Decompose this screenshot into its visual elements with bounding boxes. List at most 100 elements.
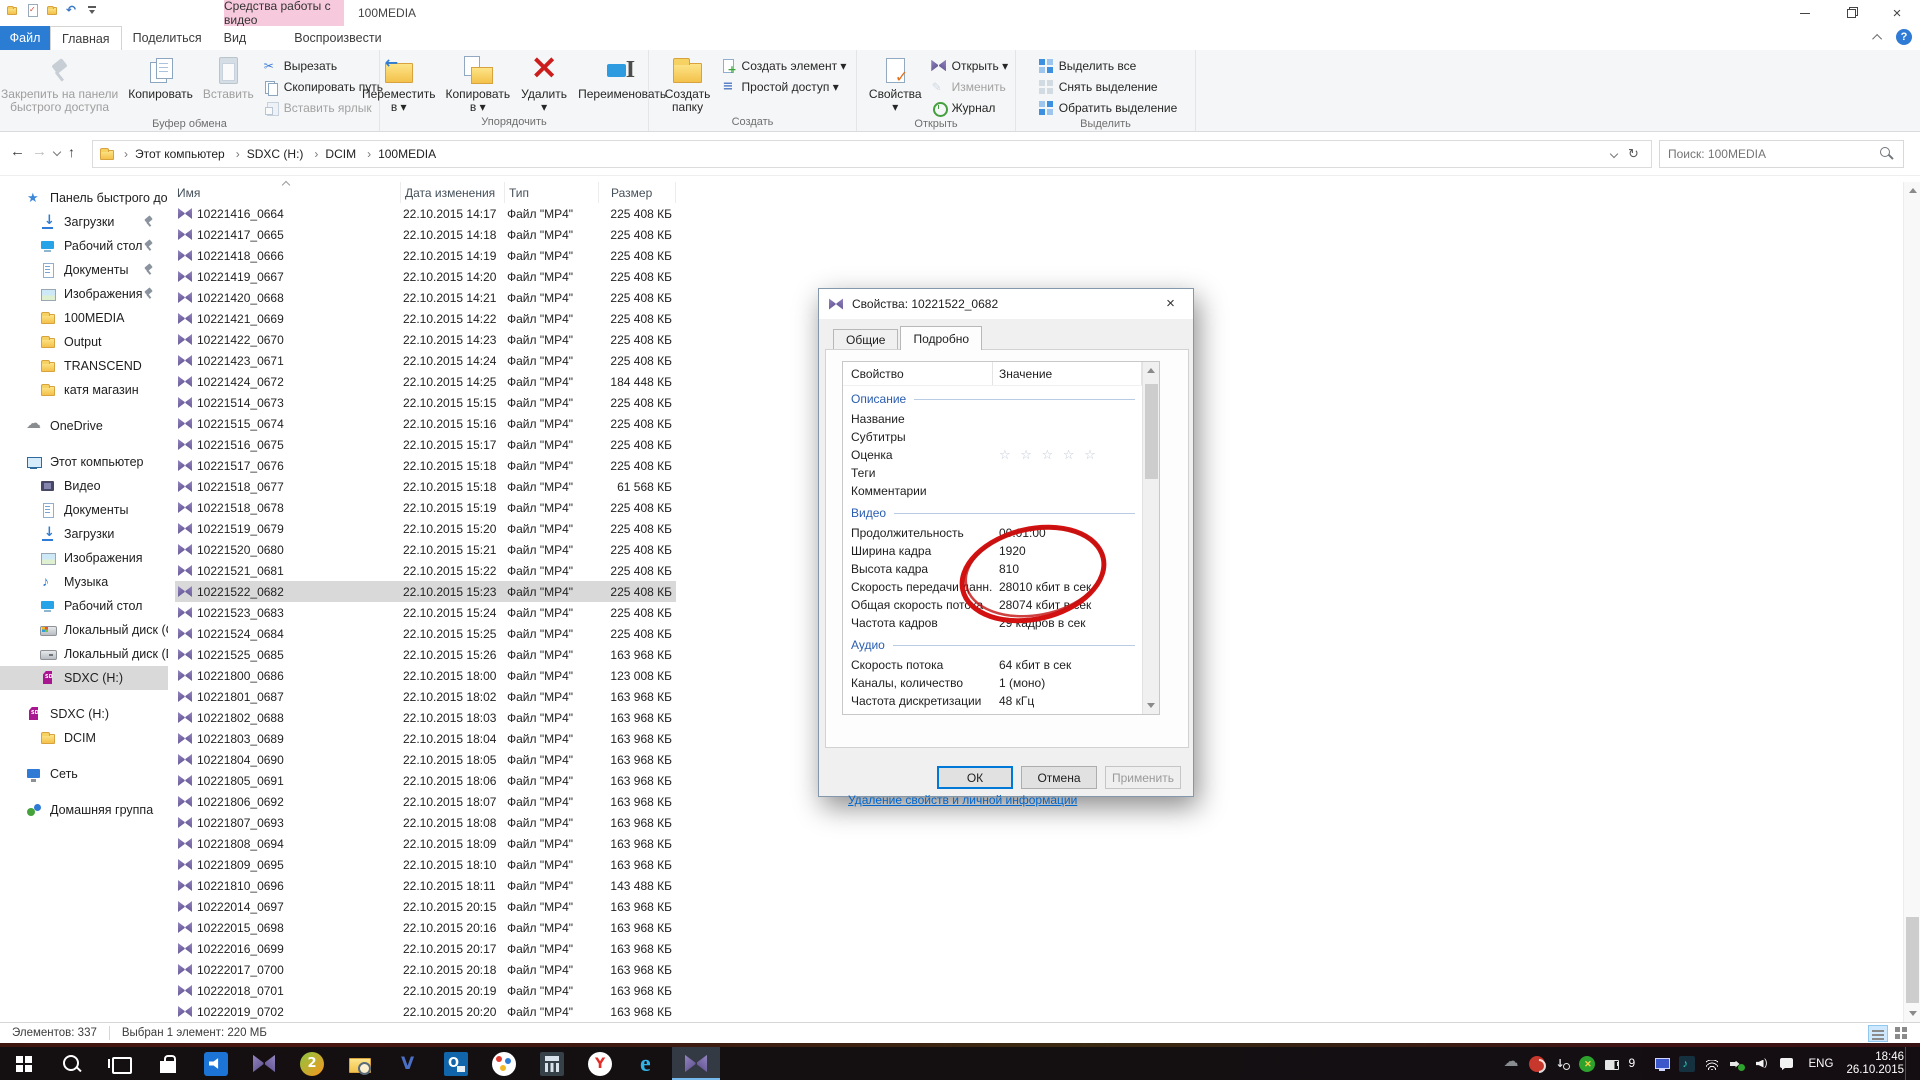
sidebar-item[interactable]: Загрузки bbox=[0, 210, 168, 234]
sidebar-item[interactable]: Загрузки bbox=[0, 522, 168, 546]
sidebar-item[interactable]: TRANSCEND bbox=[0, 354, 168, 378]
ribbon-button[interactable]: Свойства▾ bbox=[864, 52, 927, 118]
tray-notifications[interactable] bbox=[1778, 1056, 1796, 1072]
ribbon-button[interactable]: Обратить выделение bbox=[1038, 97, 1178, 118]
sidebar-item[interactable]: Локальный диск (D:) bbox=[0, 642, 168, 666]
tray-safely-remove[interactable] bbox=[1728, 1056, 1746, 1072]
ribbon-button[interactable]: Выделить все bbox=[1038, 55, 1178, 76]
file-row[interactable]: 10221417_0665 22.10.2015 14:18 Файл "MP4… bbox=[175, 224, 676, 245]
forward-button[interactable] bbox=[32, 144, 48, 160]
column-header-type[interactable]: Тип bbox=[505, 182, 599, 203]
breadcrumb-item[interactable]: DCIM bbox=[305, 147, 358, 161]
taskbar-store[interactable] bbox=[144, 1047, 192, 1080]
taskbar-internet-explorer[interactable] bbox=[624, 1047, 672, 1080]
taskbar-video-player-active[interactable] bbox=[672, 1047, 720, 1080]
dialog-close-button[interactable]: × bbox=[1148, 289, 1193, 318]
taskbar-calculator[interactable] bbox=[528, 1047, 576, 1080]
cancel-button[interactable]: Отмена bbox=[1021, 766, 1097, 789]
tray-onedrive[interactable] bbox=[1503, 1056, 1521, 1072]
file-row[interactable]: 10221523_0683 22.10.2015 15:24 Файл "MP4… bbox=[175, 602, 676, 623]
file-row[interactable]: 10222014_0697 22.10.2015 20:15 Файл "MP4… bbox=[175, 896, 676, 917]
tray-counter[interactable]: 9 bbox=[1628, 1056, 1646, 1072]
clock[interactable]: 18:46 26.10.2015 bbox=[1846, 1051, 1910, 1077]
ribbon-button[interactable]: Создать элемент ▾ bbox=[721, 55, 847, 76]
file-row[interactable]: 10221423_0671 22.10.2015 14:24 Файл "MP4… bbox=[175, 350, 676, 371]
file-row[interactable]: 10221520_0680 22.10.2015 15:21 Файл "MP4… bbox=[175, 539, 676, 560]
address-dropdown-icon[interactable] bbox=[1610, 150, 1618, 158]
ribbon-button[interactable]: Вставить bbox=[198, 52, 259, 118]
dialog-scroll-up-icon[interactable] bbox=[1143, 362, 1159, 379]
remove-properties-link[interactable]: Удаление свойств и личной информации bbox=[848, 793, 1077, 807]
file-row[interactable]: 10221418_0666 22.10.2015 14:19 Файл "MP4… bbox=[175, 245, 676, 266]
file-row[interactable]: 10221807_0693 22.10.2015 18:08 Файл "MP4… bbox=[175, 812, 676, 833]
scroll-up-icon[interactable] bbox=[1904, 182, 1920, 199]
file-row[interactable]: 10221801_0687 22.10.2015 18:02 Файл "MP4… bbox=[175, 686, 676, 707]
breadcrumb-item[interactable]: 100MEDIA bbox=[358, 147, 438, 161]
show-desktop-button[interactable] bbox=[1905, 1047, 1910, 1080]
dialog-scrollbar-thumb[interactable] bbox=[1145, 384, 1158, 479]
file-row[interactable]: 10221419_0667 22.10.2015 14:20 Файл "MP4… bbox=[175, 266, 676, 287]
minimize-button[interactable] bbox=[1782, 0, 1828, 26]
ribbon-tab[interactable]: Воспроизвести bbox=[283, 26, 392, 50]
property-column-header[interactable]: Свойство bbox=[843, 362, 993, 385]
file-row[interactable]: 10221803_0689 22.10.2015 18:04 Файл "MP4… bbox=[175, 728, 676, 749]
qat-icon[interactable] bbox=[46, 4, 58, 16]
taskbar-paint[interactable] bbox=[480, 1047, 528, 1080]
qat-icon[interactable] bbox=[86, 4, 98, 16]
file-row[interactable]: 10222015_0698 22.10.2015 20:16 Файл "MP4… bbox=[175, 917, 676, 938]
file-row[interactable]: 10221524_0684 22.10.2015 15:25 Файл "MP4… bbox=[175, 623, 676, 644]
close-button[interactable]: × bbox=[1874, 0, 1920, 26]
sidebar-item[interactable]: Локальный диск (C:) bbox=[0, 618, 168, 642]
file-row[interactable]: 10221420_0668 22.10.2015 14:21 Файл "MP4… bbox=[175, 287, 676, 308]
tray-battery[interactable] bbox=[1603, 1056, 1621, 1072]
sidebar-item[interactable]: Изображения bbox=[0, 282, 168, 306]
ribbon-button[interactable]: Снять выделение bbox=[1038, 76, 1178, 97]
breadcrumb-item[interactable]: Этот компьютер bbox=[115, 147, 227, 161]
sidebar-item[interactable]: Домашняя группа bbox=[0, 798, 168, 822]
dialog-scrollbar[interactable] bbox=[1142, 362, 1159, 714]
tray-ccleaner[interactable] bbox=[1528, 1056, 1546, 1072]
ribbon-tab[interactable]: Поделиться bbox=[122, 26, 213, 50]
ribbon-button[interactable]: Открыть ▾ bbox=[931, 55, 1008, 76]
taskbar-file-search[interactable] bbox=[336, 1047, 384, 1080]
language-indicator[interactable]: ENG bbox=[1803, 1058, 1840, 1070]
recent-locations-icon[interactable] bbox=[53, 148, 61, 156]
file-row[interactable]: 10221518_0677 22.10.2015 15:18 Файл "MP4… bbox=[175, 476, 676, 497]
file-row[interactable]: 10221525_0685 22.10.2015 15:26 Файл "MP4… bbox=[175, 644, 676, 665]
tray-antivirus[interactable] bbox=[1578, 1056, 1596, 1072]
dialog-tab-general[interactable]: Общие bbox=[833, 329, 898, 350]
ribbon-button[interactable]: Копировать bbox=[123, 52, 198, 118]
ribbon-button[interactable]: Закрепить на панелибыстрого доступа bbox=[0, 52, 123, 118]
file-row[interactable]: 10221808_0694 22.10.2015 18:09 Файл "MP4… bbox=[175, 833, 676, 854]
sidebar-item[interactable]: Изображения bbox=[0, 546, 168, 570]
taskbar-2gis[interactable] bbox=[288, 1047, 336, 1080]
qat-icon[interactable] bbox=[6, 4, 18, 16]
ribbon-tab[interactable]: Главная bbox=[50, 26, 122, 50]
file-row[interactable]: 10221800_0686 22.10.2015 18:00 Файл "MP4… bbox=[175, 665, 676, 686]
file-row[interactable]: 10221424_0672 22.10.2015 14:25 Файл "MP4… bbox=[175, 371, 676, 392]
ribbon-button[interactable]: Удалить▾ bbox=[515, 52, 573, 116]
ribbon-button[interactable]: Переместитьв ▾ bbox=[357, 52, 441, 116]
sidebar-item[interactable]: Рабочий стол bbox=[0, 594, 168, 618]
sidebar-item[interactable]: DCIM bbox=[0, 726, 168, 750]
file-row[interactable]: 10221515_0674 22.10.2015 15:16 Файл "MP4… bbox=[175, 413, 676, 434]
restore-button[interactable] bbox=[1828, 0, 1874, 26]
tray-display[interactable] bbox=[1653, 1056, 1671, 1072]
sidebar-item[interactable]: Музыка bbox=[0, 570, 168, 594]
value-column-header[interactable]: Значение bbox=[993, 362, 1142, 385]
file-row[interactable]: 10221416_0664 22.10.2015 14:17 Файл "MP4… bbox=[175, 203, 676, 224]
vertical-scrollbar[interactable] bbox=[1903, 182, 1920, 1022]
file-row[interactable]: 10221805_0691 22.10.2015 18:06 Файл "MP4… bbox=[175, 770, 676, 791]
column-header-size[interactable]: Размер bbox=[599, 182, 676, 203]
ribbon-button[interactable]: Изменить bbox=[931, 76, 1008, 97]
taskbar-yandex-browser[interactable] bbox=[576, 1047, 624, 1080]
tray-downloader[interactable] bbox=[1553, 1056, 1571, 1072]
sidebar-item[interactable]: Документы bbox=[0, 498, 168, 522]
up-button[interactable] bbox=[66, 144, 82, 160]
taskbar-v-app[interactable] bbox=[384, 1047, 432, 1080]
sidebar-item[interactable]: 100MEDIA bbox=[0, 306, 168, 330]
sidebar-item[interactable]: Output bbox=[0, 330, 168, 354]
file-row[interactable]: 10222019_0702 22.10.2015 20:20 Файл "MP4… bbox=[175, 1001, 676, 1022]
scrollbar-thumb[interactable] bbox=[1906, 917, 1919, 1003]
tray-wifi[interactable] bbox=[1703, 1056, 1721, 1072]
